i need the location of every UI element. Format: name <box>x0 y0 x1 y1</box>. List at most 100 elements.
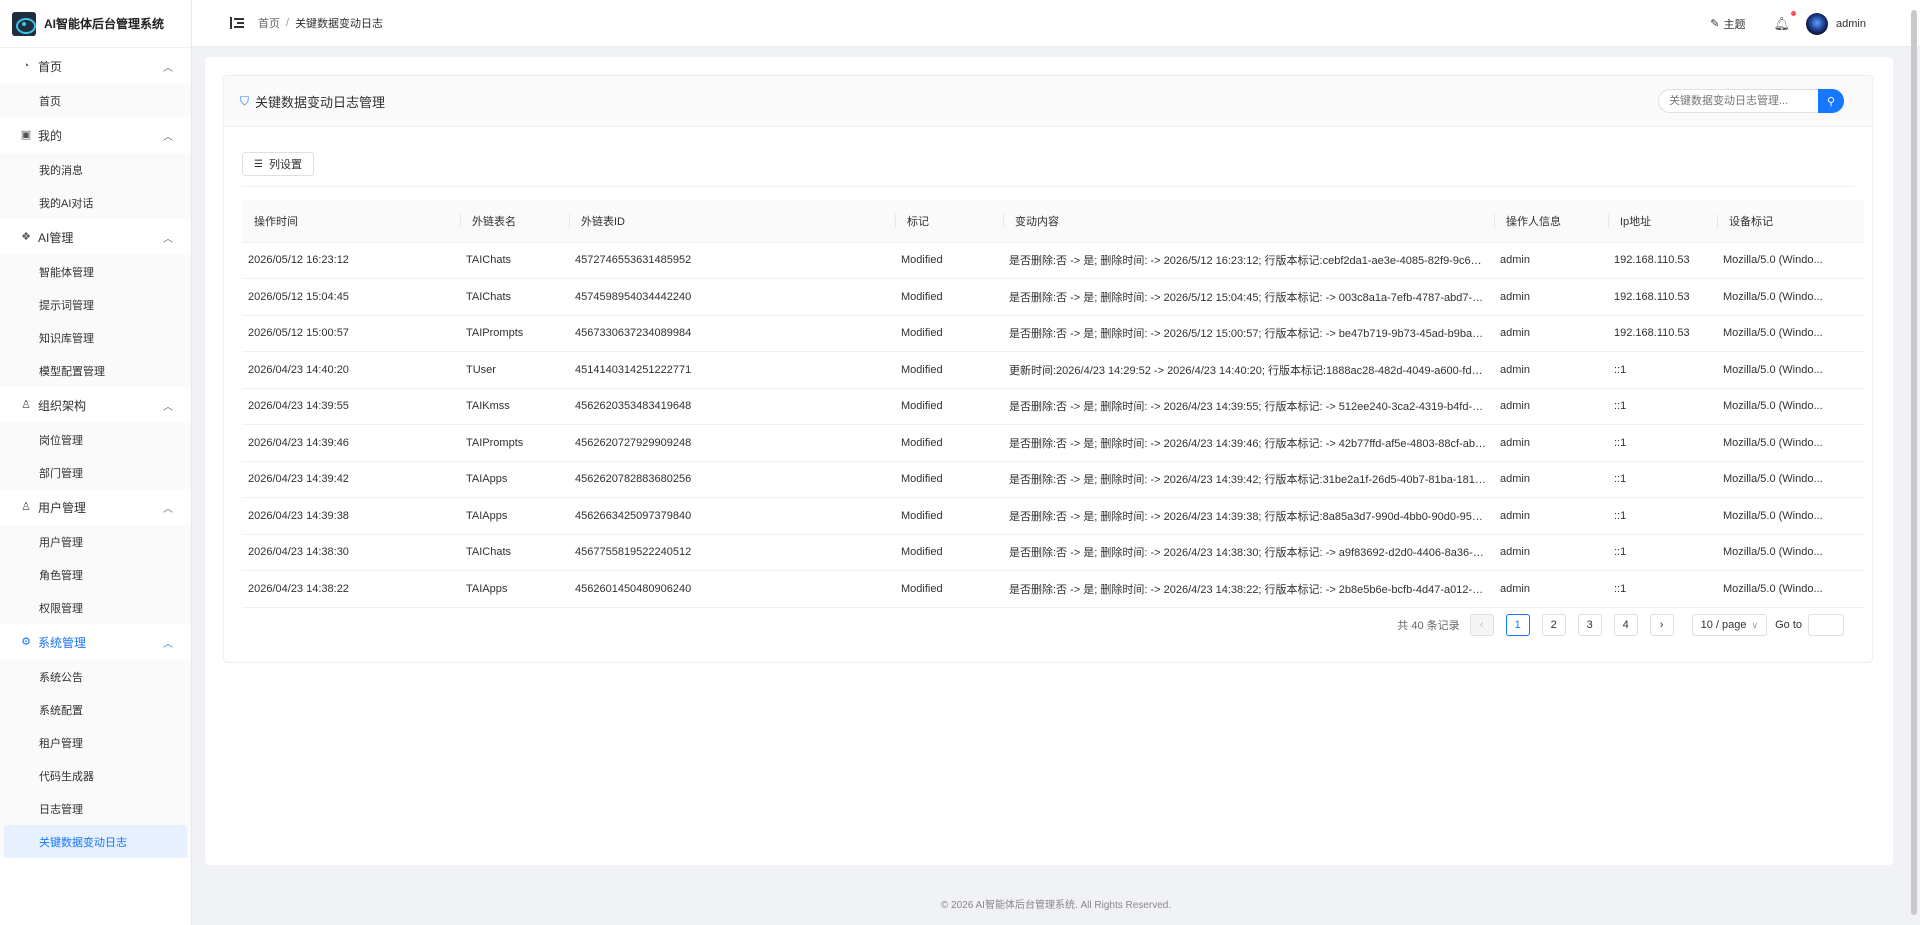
table-cell: TUser <box>460 351 569 389</box>
submenu: 岗位管理 部门管理 <box>0 423 191 489</box>
chevron-up-icon: ︿ <box>163 402 173 413</box>
menu-group-title[interactable]: ◔ 首页 ︿ <box>0 48 191 84</box>
scrollbar-thumb[interactable] <box>1911 10 1917 915</box>
column-settings-label: 列设置 <box>268 159 302 171</box>
table-cell: ::1 <box>1608 570 1717 608</box>
sidebar-item[interactable]: 系统公告 <box>0 660 191 693</box>
table-row[interactable]: 2026/04/23 14:39:42 TAIApps 45626207828836… <box>242 461 1864 498</box>
username[interactable]: admin <box>1836 18 1866 30</box>
sidebar-item[interactable]: 知识库管理 <box>0 321 191 354</box>
table-row[interactable]: 2026/04/23 14:39:55 TAIKmss 45626203534834… <box>242 388 1864 425</box>
avatar[interactable] <box>1806 12 1829 35</box>
table-row[interactable]: 2026/04/23 14:39:46 TAIPrompts 45626207279… <box>242 424 1864 462</box>
sidebar-item[interactable]: 角色管理 <box>0 558 191 591</box>
breadcrumb: 首页 / 关键数据变动日志 <box>258 15 383 31</box>
sidebar-item[interactable]: 模型配置管理 <box>0 354 191 387</box>
panel-header: ⛉ 关键数据变动日志管理 ⚲ <box>224 76 1872 127</box>
page-scrollbar[interactable] <box>1910 0 1918 925</box>
chevron-up-icon: ︿ <box>163 639 173 650</box>
table-cell: Mozilla/5.0 (Windo... <box>1717 278 1864 316</box>
column-header[interactable]: 外链表ID <box>569 200 895 243</box>
column-settings-button[interactable]: ☰ 列设置 <box>242 152 314 176</box>
table-cell: Mozilla/5.0 (Windo... <box>1717 351 1864 389</box>
menu-group-title[interactable]: ❖ AI管理 ︿ <box>0 219 191 255</box>
sidebar-item[interactable]: 用户管理 <box>0 525 191 558</box>
table-body: 2026/05/12 16:23:12 TAIChats 4572746553631… <box>242 242 1864 608</box>
table-cell: TAIChats <box>460 534 569 571</box>
theme-button[interactable]: ✎ 主题 <box>1710 16 1745 32</box>
table-cell: admin <box>1494 315 1608 352</box>
menu-group-title[interactable]: ⚙ 系统管理 ︿ <box>0 624 191 660</box>
table-cell: Mozilla/5.0 (Windo... <box>1717 534 1864 571</box>
column-header[interactable]: 操作时间 <box>242 200 460 243</box>
column-header[interactable]: 标记 <box>895 200 1003 243</box>
sidebar-item[interactable]: 权限管理 <box>0 591 191 624</box>
search-input[interactable] <box>1658 89 1818 113</box>
sidebar-item[interactable]: 关键数据变动日志 <box>4 825 187 858</box>
column-header[interactable]: Ip地址 <box>1608 200 1717 243</box>
page-button[interactable]: 1 <box>1505 614 1530 636</box>
menu-group-title[interactable]: ♙ 用户管理 ︿ <box>0 489 191 525</box>
table-row[interactable]: 2026/04/23 14:38:30 TAIChats 4567755819522… <box>242 534 1864 571</box>
table-row[interactable]: 2026/04/23 14:38:22 TAIApps 45626014504809… <box>242 570 1864 608</box>
table-cell: Modified <box>895 388 1003 425</box>
menu-group-label: AI管理 <box>38 230 74 245</box>
sidebar-item[interactable]: 提示词管理 <box>0 288 191 321</box>
shield-icon: ⛉ <box>240 93 250 108</box>
total-records: 共 40 条记录 <box>1397 620 1460 632</box>
pagination: 共 40 条记录 ‹ 1234 › 10 / page ∨ Go to <box>1397 614 1844 636</box>
main-content: ⛉ 关键数据变动日志管理 ⚲ ☰ 列设置 操作时间外链表名外链表ID标记变动内容… <box>205 57 1893 865</box>
table-cell: Mozilla/5.0 (Windo... <box>1717 497 1864 535</box>
table-cell: 192.168.110.53 <box>1608 242 1717 279</box>
page-button[interactable]: 2 <box>1541 614 1566 636</box>
panel-title: 关键数据变动日志管理 <box>255 94 386 110</box>
table-cell: 4562620727929909248 <box>569 424 895 462</box>
submenu: 我的消息 我的AI对话 <box>0 153 191 219</box>
table-cell: TAIApps <box>460 461 569 498</box>
table-cell: Mozilla/5.0 (Windo... <box>1717 388 1864 425</box>
collapse-menu-icon[interactable] <box>230 17 244 29</box>
table-cell: 2026/04/23 14:39:38 <box>242 497 460 535</box>
menu-group-title[interactable]: ♙ 组织架构 ︿ <box>0 387 191 423</box>
sidebar-item[interactable]: 日志管理 <box>0 792 191 825</box>
table-cell: admin <box>1494 278 1608 316</box>
chevron-up-icon: ︿ <box>163 63 173 74</box>
sidebar-item[interactable]: 岗位管理 <box>0 423 191 456</box>
sidebar-item[interactable]: 代码生成器 <box>0 759 191 792</box>
app-logo[interactable]: AI智能体后台管理系统 <box>0 0 191 48</box>
sidebar-item[interactable]: 部门管理 <box>0 456 191 489</box>
notification-bell-icon[interactable]: 🔔︎ <box>1774 10 1797 32</box>
table-cell: 4567330637234089984 <box>569 315 895 352</box>
profile-icon: ▣ <box>20 129 32 141</box>
next-page-button[interactable]: › <box>1649 614 1674 636</box>
table-cell: admin <box>1494 351 1608 389</box>
breadcrumb-home[interactable]: 首页 <box>258 15 280 31</box>
column-header[interactable]: 操作人信息 <box>1494 200 1608 243</box>
table-row[interactable]: 2026/05/12 15:04:45 TAIChats 4574598954034… <box>242 278 1864 316</box>
goto-page-input[interactable] <box>1808 614 1844 636</box>
table-row[interactable]: 2026/04/23 14:40:20 TUser 4514140314251222… <box>242 351 1864 389</box>
sidebar-item[interactable]: 首页 <box>0 84 191 117</box>
column-header[interactable]: 设备标记 <box>1717 200 1864 243</box>
goto-label: Go to <box>1775 619 1802 631</box>
sidebar-item[interactable]: 我的AI对话 <box>0 186 191 219</box>
column-header[interactable]: 外链表名 <box>460 200 569 243</box>
sidebar-item[interactable]: 我的消息 <box>0 153 191 186</box>
sidebar-item[interactable]: 系统配置 <box>0 693 191 726</box>
search-button[interactable]: ⚲ <box>1818 89 1844 113</box>
sidebar-item[interactable]: 租户管理 <box>0 726 191 759</box>
table-cell: ::1 <box>1608 388 1717 425</box>
menu-group-title[interactable]: ▣ 我的 ︿ <box>0 117 191 153</box>
table-row[interactable]: 2026/04/23 14:39:38 TAIApps 45626634250973… <box>242 497 1864 535</box>
table-row[interactable]: 2026/05/12 16:23:12 TAIChats 4572746553631… <box>242 242 1864 279</box>
prev-page-button[interactable]: ‹ <box>1469 614 1494 636</box>
brush-icon: ✎ <box>1710 18 1720 30</box>
column-header[interactable]: 变动内容 <box>1003 200 1494 243</box>
sidebar: AI智能体后台管理系统 ◔ 首页 ︿ 首页 ▣ 我的 ︿ 我的消息 我的AI对话 ❖ AI管理 ︿ 智能… <box>0 0 192 925</box>
page-size-select[interactable]: 10 / page ∨ <box>1691 614 1768 636</box>
table-row[interactable]: 2026/05/12 15:00:57 TAIPrompts 45673306372… <box>242 315 1864 352</box>
page-button[interactable]: 3 <box>1577 614 1602 636</box>
page-button[interactable]: 4 <box>1613 614 1638 636</box>
chevron-up-icon: ︿ <box>163 504 173 515</box>
sidebar-item[interactable]: 智能体管理 <box>0 255 191 288</box>
